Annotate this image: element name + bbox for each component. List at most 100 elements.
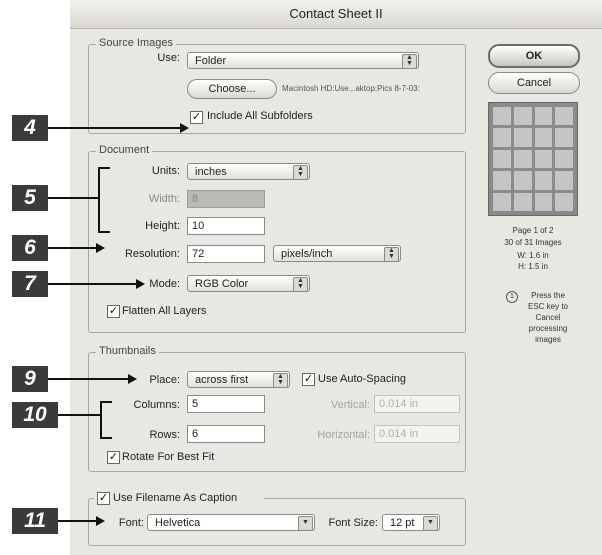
preview-cell	[555, 171, 573, 190]
preview-cell	[534, 128, 553, 147]
preview-cell	[493, 149, 511, 169]
popup-arrows-icon: ▲ ▼	[293, 277, 308, 292]
mode-popup-value: RGB Color	[195, 278, 249, 290]
image-count: 30 of 31 Images	[504, 238, 562, 247]
info-circle-icon: 1	[506, 291, 518, 303]
place-popup[interactable]: across first ▲ ▼	[187, 371, 290, 388]
columns-field[interactable]: 5	[187, 395, 265, 413]
callout-6: 6	[12, 235, 48, 261]
height-field[interactable]: 10	[187, 217, 265, 235]
font-size-value: 12 pt	[390, 517, 415, 529]
units-label: Units:	[151, 165, 180, 177]
use-label: Use:	[157, 52, 180, 64]
horizontal-label: Horizontal:	[317, 429, 370, 441]
use-popup[interactable]: Folder ▲ ▼	[187, 52, 419, 69]
preview-cell	[493, 107, 511, 126]
rows-field[interactable]: 6	[187, 425, 265, 443]
resolution-field[interactable]: 72	[187, 245, 265, 263]
preview-cell	[534, 171, 553, 190]
use-filename-checkbox[interactable]: ✓	[97, 492, 110, 505]
choose-button[interactable]: Choose...	[187, 79, 277, 99]
thumb-height: H: 1.5 in	[518, 262, 548, 271]
dialog-title: Contact Sheet II	[70, 0, 602, 29]
preview-cell	[513, 107, 532, 126]
mode-popup[interactable]: RGB Color ▲ ▼	[187, 275, 310, 292]
font-label: Font:	[118, 517, 144, 529]
leader-line	[48, 247, 98, 249]
callout-7: 7	[12, 271, 48, 297]
esc-hint-line: ESC key to	[527, 302, 568, 311]
width-label: Width:	[148, 193, 180, 205]
font-size-popup[interactable]: 12 pt ▼	[382, 514, 440, 531]
bracket-line	[100, 437, 112, 439]
include-subfolders-checkbox[interactable]: ✓	[190, 111, 203, 124]
width-field: 8	[187, 190, 265, 208]
callout-9: 9	[12, 366, 48, 392]
callout-11: 11	[12, 508, 58, 534]
vertical-field: 0.014 in	[374, 395, 460, 413]
bracket-line	[100, 401, 112, 403]
popup-arrows-icon: ▲ ▼	[293, 165, 308, 180]
vertical-label: Vertical:	[330, 399, 370, 411]
ok-button[interactable]: OK	[488, 44, 580, 68]
preview-cell	[513, 171, 532, 190]
auto-spacing-label: Use Auto-Spacing	[318, 373, 407, 385]
preview-cell	[555, 107, 573, 126]
bracket-line	[98, 231, 110, 233]
height-label: Height:	[145, 220, 180, 232]
callout-4: 4	[12, 115, 48, 141]
preview-cell	[513, 128, 532, 147]
use-popup-value: Folder	[195, 55, 227, 67]
columns-label: Columns:	[133, 399, 180, 411]
flatten-layers-checkbox[interactable]: ✓	[107, 305, 120, 318]
dropdown-arrow-icon: ▼	[298, 516, 313, 531]
preview-cell	[555, 149, 573, 169]
esc-hint-line: Cancel	[535, 313, 561, 322]
leader-line	[48, 197, 100, 199]
flatten-layers-label: Flatten All Layers	[122, 305, 207, 317]
preview-cell	[534, 192, 553, 211]
preview-cell	[534, 149, 553, 169]
preview-cell	[493, 192, 511, 211]
preview-cell	[493, 128, 511, 147]
callout-5: 5	[12, 185, 48, 211]
preview-cell	[493, 171, 511, 190]
folder-path: Macintosh HD:Use...aktop:Pics 8-7-03:	[282, 84, 420, 93]
source-images-label: Source Images	[96, 37, 176, 49]
rows-label: Rows:	[149, 429, 180, 441]
esc-hint-line: Press the	[531, 291, 565, 300]
place-popup-value: across first	[195, 374, 249, 386]
popup-arrows-icon: ▲ ▼	[384, 247, 399, 262]
preview-cell	[555, 128, 573, 147]
resolution-label: Resolution:	[124, 248, 180, 260]
bracket-line	[98, 167, 100, 233]
arrowhead	[96, 243, 105, 253]
bracket-line	[98, 167, 110, 169]
dropdown-arrow-icon: ▼	[423, 516, 438, 531]
place-label: Place:	[149, 374, 180, 386]
resolution-unit-value: pixels/inch	[281, 248, 333, 260]
arrowhead	[128, 374, 137, 384]
cancel-button[interactable]: Cancel	[488, 72, 580, 94]
font-popup-value: Helvetica	[155, 517, 201, 529]
auto-spacing-checkbox[interactable]: ✓	[302, 373, 315, 386]
page-count: Page 1 of 2	[512, 226, 554, 235]
preview-cell	[555, 192, 573, 211]
font-size-label: Font Size:	[328, 517, 378, 529]
rotate-best-fit-label: Rotate For Best Fit	[122, 451, 215, 463]
popup-arrows-icon: ▲ ▼	[402, 54, 417, 69]
horizontal-field: 0.014 in	[374, 425, 460, 443]
preview-cell	[513, 149, 532, 169]
esc-hint-line: images	[535, 335, 561, 344]
resolution-unit-popup[interactable]: pixels/inch ▲ ▼	[273, 245, 401, 262]
units-popup[interactable]: inches ▲ ▼	[187, 163, 310, 180]
leader-line	[48, 283, 138, 285]
rotate-best-fit-checkbox[interactable]: ✓	[107, 451, 120, 464]
font-popup[interactable]: Helvetica ▼	[147, 514, 315, 531]
units-popup-value: inches	[195, 166, 227, 178]
contact-sheet-preview	[488, 102, 578, 216]
popup-arrows-icon: ▲ ▼	[273, 373, 288, 388]
esc-hint-line: processing	[528, 324, 568, 333]
leader-line	[58, 520, 98, 522]
arrowhead	[180, 123, 189, 133]
